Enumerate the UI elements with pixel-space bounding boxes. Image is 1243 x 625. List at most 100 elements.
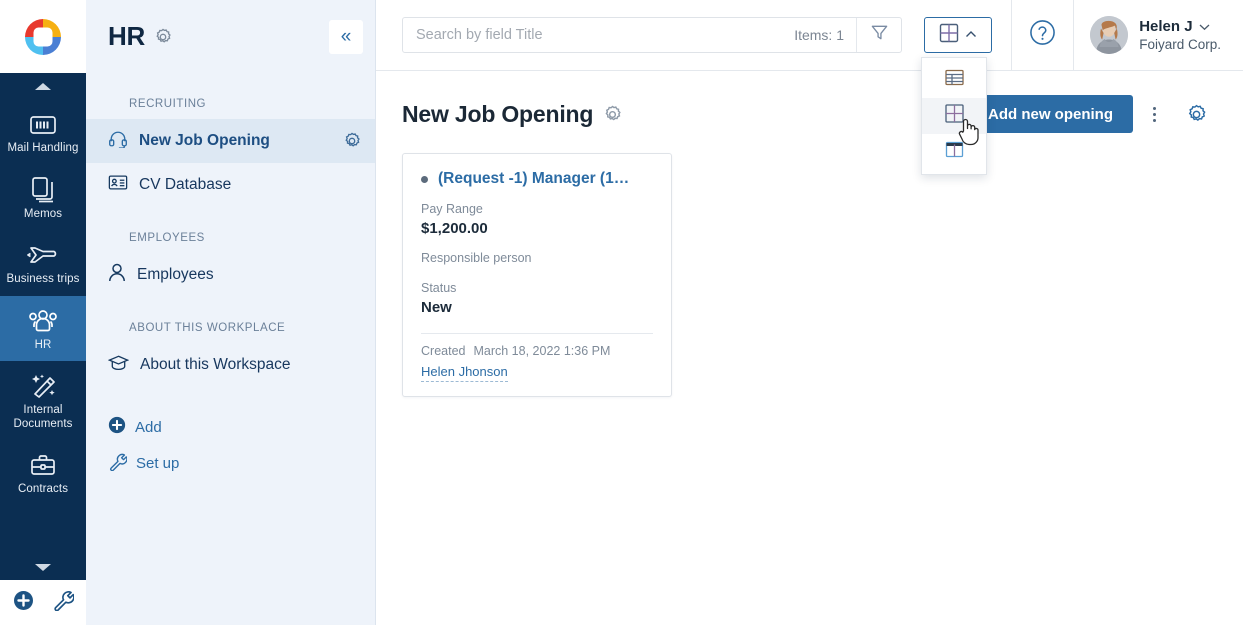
grid-view-icon [944, 103, 965, 129]
graduation-cap-icon [107, 354, 130, 376]
gear-icon[interactable] [154, 28, 172, 46]
column-view-icon [944, 139, 965, 165]
card-title-link[interactable]: (Request -1) Manager (1… [438, 170, 629, 188]
headset-icon [108, 130, 128, 153]
user-organization: Foiyard Corp. [1139, 37, 1221, 52]
field-value-pay-range: $1,200.00 [421, 220, 488, 237]
rail-item-business-trips[interactable]: Business trips [0, 230, 86, 296]
caret-up-icon [35, 82, 51, 90]
items-count-label: Items: 1 [794, 27, 844, 43]
rail-item-memos[interactable]: Memos [0, 165, 86, 231]
sidebar-title: HR [108, 21, 145, 51]
sidebar-item-about-this-workspace[interactable]: About this Workspace [86, 343, 375, 387]
created-date: March 18, 2022 1:36 PM [473, 344, 611, 358]
card-divider [421, 333, 653, 334]
chevron-down-icon [1199, 18, 1210, 35]
plus-circle-icon [108, 416, 126, 438]
user-name-row: Helen J [1139, 18, 1221, 35]
question-circle-icon [1029, 19, 1056, 51]
main-area: Items: 1 [376, 0, 1243, 625]
rail-bottom-bar [0, 580, 86, 625]
view-mode-button[interactable] [924, 17, 992, 53]
rail-scroll-up-button[interactable] [0, 73, 86, 99]
app-logo[interactable] [0, 0, 86, 73]
user-info: Helen J Foiyard Corp. [1139, 18, 1221, 52]
rail-item-contracts[interactable]: Contracts [0, 440, 86, 506]
sidebar-item-employees[interactable]: Employees [86, 253, 375, 297]
filter-button[interactable] [856, 18, 901, 52]
wrench-icon[interactable] [52, 589, 75, 616]
field-value-status: New [421, 299, 452, 316]
user-menu[interactable]: Helen J Foiyard Corp. [1073, 0, 1243, 71]
sidebar-item-label: New Job Opening [139, 132, 270, 149]
page-settings-gear-icon[interactable] [1175, 95, 1217, 133]
chevron-up-icon [965, 26, 977, 44]
sidebar-add-button[interactable]: Add [86, 409, 375, 445]
sidebar-section-recruiting[interactable]: RECRUITING [86, 89, 375, 119]
sidebar-setup-button[interactable]: Set up [86, 445, 375, 481]
rail-item-label: Memos [23, 207, 63, 220]
person-icon [108, 263, 126, 287]
magic-wand-icon [28, 369, 58, 399]
field-label-pay-range: Pay Range [421, 202, 483, 216]
view-option-list[interactable] [922, 62, 986, 98]
sidebar-collapse-button[interactable]: « [329, 20, 363, 54]
grid-view-icon [939, 23, 959, 48]
search-input[interactable] [403, 18, 795, 52]
wrench-icon [108, 452, 128, 475]
card-created-row: Created March 18, 2022 1:36 PM [421, 344, 653, 358]
field-label-status: Status [421, 281, 457, 295]
card-grid: (Request -1) Manager (1… Pay Range $1,20… [376, 131, 1243, 397]
sidebar-item-new-job-opening[interactable]: New Job Opening [86, 119, 375, 163]
rail-item-label: Internal Documents [13, 404, 73, 430]
list-view-icon [944, 67, 965, 93]
sidebar-item-cv-database[interactable]: CV Database [86, 163, 375, 207]
rail-item-list: Mail Handling Memos Business trips HR In… [0, 99, 86, 554]
view-option-columns[interactable] [922, 134, 986, 170]
documents-copy-icon [28, 173, 58, 203]
sidebar-action-label: Set up [136, 454, 180, 472]
id-card-icon [108, 174, 128, 196]
job-opening-card[interactable]: (Request -1) Manager (1… Pay Range $1,20… [402, 153, 672, 397]
page-actions: Add new opening [968, 95, 1217, 133]
rail-item-mail-handling[interactable]: Mail Handling [0, 99, 86, 165]
sidebar-section-label: RECRUITING [129, 98, 207, 110]
gear-icon[interactable] [603, 105, 622, 124]
rail-item-label: Mail Handling [7, 142, 79, 154]
view-option-grid[interactable] [922, 98, 986, 134]
top-toolbar-right: Helen J Foiyard Corp. [1011, 0, 1243, 71]
rail-scroll-down-button[interactable] [0, 554, 86, 580]
help-button[interactable] [1011, 0, 1073, 71]
sidebar-item-label: CV Database [139, 176, 232, 193]
rail-item-internal-documents[interactable]: Internal Documents [0, 361, 86, 440]
more-vertical-icon[interactable] [1133, 95, 1175, 133]
page-title: New Job Opening [402, 100, 594, 127]
people-group-icon [26, 304, 60, 334]
created-by-link[interactable]: Helen Jhonson [421, 364, 508, 382]
sidebar-section-about-this-workplace[interactable]: ABOUT THIS WORKPLACE [86, 313, 375, 343]
rail-item-label: HR [34, 338, 52, 351]
avatar [1090, 16, 1129, 54]
sidebar-action-label: Add [135, 418, 162, 436]
bitrix-logo-icon [20, 14, 66, 60]
sidebar-section-employees[interactable]: EMPLOYEES [86, 223, 375, 253]
chevron-double-left-icon: « [340, 26, 352, 47]
card-title-row: (Request -1) Manager (1… [421, 170, 653, 188]
caret-down-icon [35, 563, 51, 571]
user-name: Helen J [1139, 18, 1193, 35]
airplane-icon [27, 238, 59, 268]
rail-item-label: Contracts [17, 483, 69, 495]
left-rail: Mail Handling Memos Business trips HR In… [0, 0, 86, 625]
status-dot-icon [421, 175, 428, 183]
add-new-opening-button[interactable]: Add new opening [968, 95, 1133, 133]
rail-item-hr[interactable]: HR [0, 295, 86, 361]
sidebar-section-label: EMPLOYEES [129, 232, 205, 244]
briefcase-icon [28, 448, 58, 478]
sidebar-section-label: ABOUT THIS WORKPLACE [129, 322, 286, 334]
field-value-responsible-person [421, 265, 653, 267]
workspace-sidebar: HR « RECRUITING New Job Opening CV Datab… [86, 0, 376, 625]
plus-circle-icon[interactable] [13, 590, 34, 616]
funnel-icon [870, 23, 889, 47]
gear-icon[interactable] [343, 132, 361, 150]
created-label: Created [421, 344, 466, 358]
